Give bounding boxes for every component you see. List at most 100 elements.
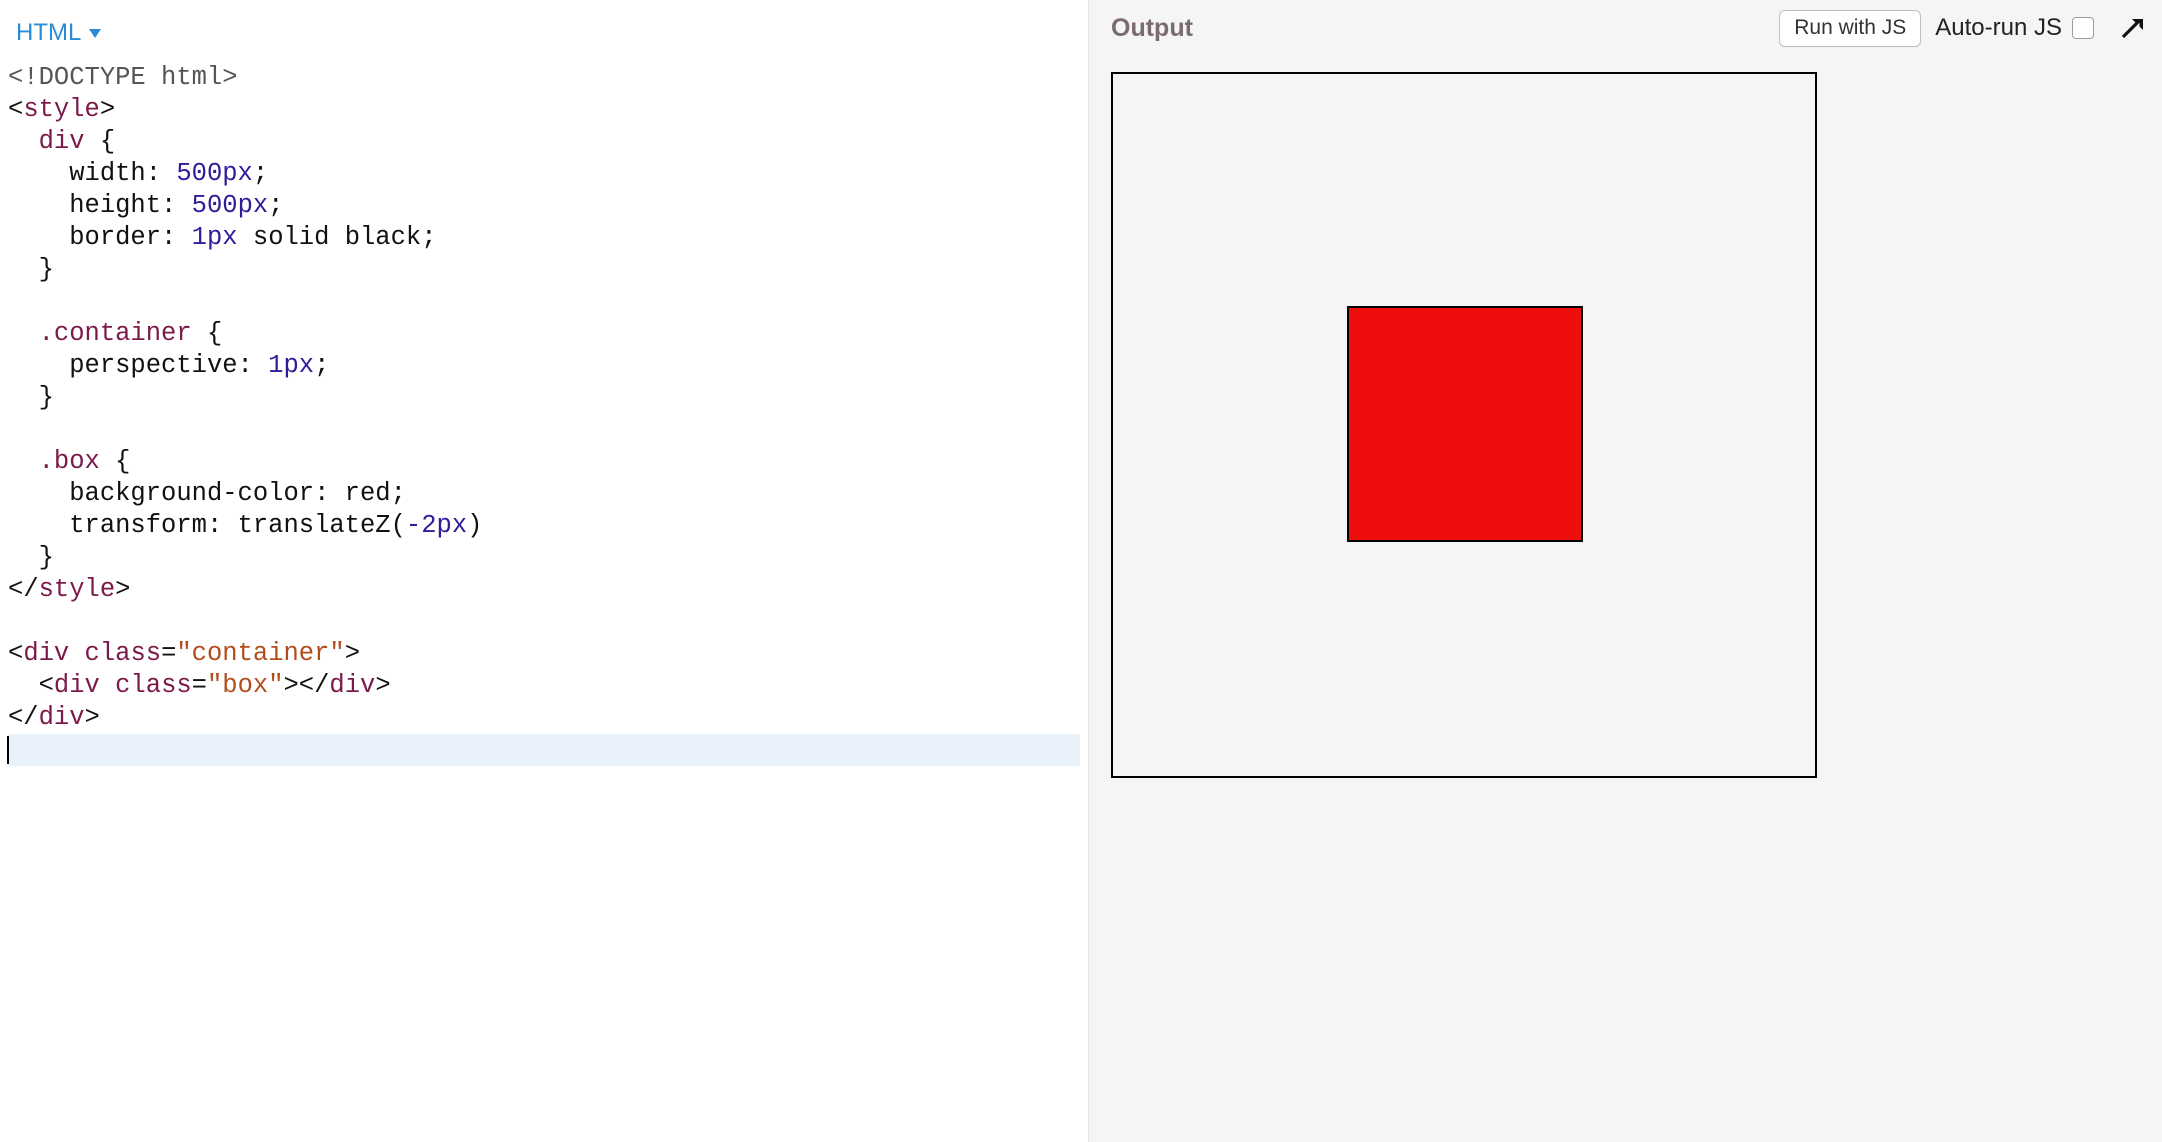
code-token: perspective xyxy=(69,351,237,380)
code-token: 1px xyxy=(192,223,238,252)
code-token: ; xyxy=(314,351,329,380)
code-token: style xyxy=(39,575,116,604)
code-token: <!DOCTYPE html> xyxy=(8,63,238,92)
editor-header: HTML xyxy=(0,0,1088,56)
code-token: 1px xyxy=(268,351,314,380)
code-line[interactable] xyxy=(8,734,1080,766)
code-token: { xyxy=(192,319,223,348)
code-token: : xyxy=(161,191,192,220)
code-token xyxy=(8,351,69,380)
code-token xyxy=(100,671,115,700)
code-line[interactable] xyxy=(8,286,1080,318)
code-token: : xyxy=(314,479,345,508)
code-token: 500px xyxy=(192,191,269,220)
code-token: div xyxy=(54,671,100,700)
autorun-checkbox[interactable] xyxy=(2072,17,2094,39)
code-token: < xyxy=(8,639,23,668)
run-button[interactable]: Run with JS xyxy=(1779,10,1921,47)
code-token: } xyxy=(8,383,54,412)
code-token: .box xyxy=(39,447,100,476)
code-token xyxy=(8,191,69,220)
code-line[interactable]: } xyxy=(8,254,1080,286)
expand-icon[interactable] xyxy=(2118,14,2146,42)
code-token xyxy=(8,479,69,508)
code-token: ; xyxy=(421,223,436,252)
code-line[interactable]: <!DOCTYPE html> xyxy=(8,62,1080,94)
code-line[interactable]: background-color: red; xyxy=(8,478,1080,510)
code-token: background-color xyxy=(69,479,314,508)
text-cursor xyxy=(7,736,9,764)
code-token: > xyxy=(375,671,390,700)
code-line[interactable]: div { xyxy=(8,126,1080,158)
code-line[interactable]: .box { xyxy=(8,446,1080,478)
code-line[interactable]: } xyxy=(8,542,1080,574)
editor-pane: HTML <!DOCTYPE html><style> div { width:… xyxy=(0,0,1088,1142)
code-editor[interactable]: <!DOCTYPE html><style> div { width: 500p… xyxy=(0,56,1088,1142)
code-token: > xyxy=(100,95,115,124)
code-line[interactable]: .container { xyxy=(8,318,1080,350)
language-label: HTML xyxy=(16,19,81,47)
code-token xyxy=(8,319,39,348)
code-token: { xyxy=(85,127,116,156)
code-token: < xyxy=(8,575,23,604)
code-token xyxy=(8,447,39,476)
code-token: ) xyxy=(467,511,482,540)
code-token: : xyxy=(161,223,192,252)
code-token: ; xyxy=(253,159,268,188)
code-token: solid black xyxy=(253,223,421,252)
code-token: div xyxy=(23,639,69,668)
code-line[interactable]: </style> xyxy=(8,574,1080,606)
code-token: div xyxy=(329,671,375,700)
code-token: width xyxy=(69,159,146,188)
code-token: translateZ xyxy=(238,511,391,540)
output-header: Output Run with JS Auto-run JS xyxy=(1089,0,2162,56)
code-token: / xyxy=(23,575,38,604)
code-token: = xyxy=(161,639,176,668)
code-line[interactable] xyxy=(8,414,1080,446)
code-token: </ xyxy=(8,703,39,732)
code-token: < xyxy=(8,95,23,124)
code-token: ; xyxy=(391,479,406,508)
code-line[interactable]: width: 500px; xyxy=(8,158,1080,190)
code-token: red xyxy=(345,479,391,508)
code-line[interactable] xyxy=(8,606,1080,638)
code-line[interactable]: } xyxy=(8,382,1080,414)
code-token: -2px xyxy=(406,511,467,540)
code-line[interactable]: <div class="box"></div> xyxy=(8,670,1080,702)
autorun-label: Auto-run JS xyxy=(1935,14,2062,42)
code-line[interactable]: transform: translateZ(-2px) xyxy=(8,510,1080,542)
code-token: style xyxy=(23,95,100,124)
code-token: 500px xyxy=(176,159,253,188)
code-line[interactable]: <div class="container"> xyxy=(8,638,1080,670)
code-line[interactable]: height: 500px; xyxy=(8,190,1080,222)
code-token: div xyxy=(39,703,85,732)
language-dropdown[interactable]: HTML xyxy=(16,19,103,47)
code-token: ></ xyxy=(284,671,330,700)
code-token: ( xyxy=(391,511,406,540)
code-token: > xyxy=(345,639,360,668)
code-token: div xyxy=(39,127,85,156)
code-token: ; xyxy=(268,191,283,220)
code-line[interactable]: <style> xyxy=(8,94,1080,126)
code-token xyxy=(238,223,253,252)
code-token: "box" xyxy=(207,671,284,700)
code-line[interactable]: border: 1px solid black; xyxy=(8,222,1080,254)
code-token: { xyxy=(100,447,131,476)
code-token: height xyxy=(69,191,161,220)
output-title: Output xyxy=(1111,14,1193,43)
code-token xyxy=(8,127,39,156)
code-token: "container" xyxy=(176,639,344,668)
code-token: > xyxy=(85,703,100,732)
preview-box xyxy=(1347,306,1583,542)
code-line[interactable]: perspective: 1px; xyxy=(8,350,1080,382)
code-token: .container xyxy=(39,319,192,348)
code-token: border xyxy=(69,223,161,252)
autorun-toggle[interactable]: Auto-run JS xyxy=(1935,14,2094,42)
code-token: : xyxy=(238,351,269,380)
output-body xyxy=(1089,56,2162,1142)
code-token: : xyxy=(207,511,238,540)
code-token: } xyxy=(8,255,54,284)
code-token: class xyxy=(85,639,162,668)
code-token: < xyxy=(8,671,54,700)
code-line[interactable]: </div> xyxy=(8,702,1080,734)
